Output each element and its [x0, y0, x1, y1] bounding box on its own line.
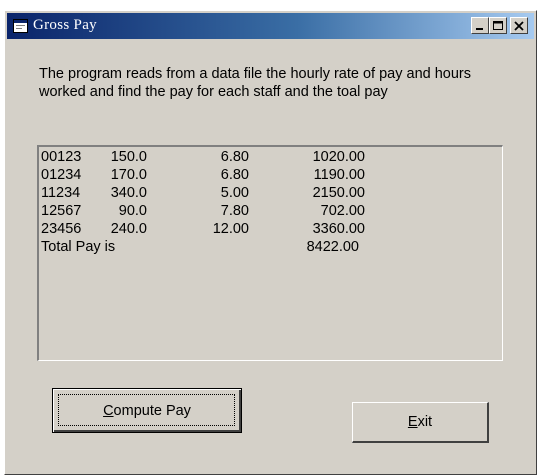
staff-id: 00123 — [41, 149, 82, 165]
staff-id: 01234 — [41, 167, 82, 183]
hours-worked: 90.0 — [118, 203, 147, 219]
table-row: 12567 90.0 7.80 702.00 — [41, 203, 501, 221]
hours-worked: 240.0 — [110, 221, 147, 237]
total-pay-label: Total Pay is — [41, 239, 116, 255]
hourly-rate: 12.00 — [212, 221, 249, 237]
hours-worked: 340.0 — [110, 185, 147, 201]
table-row: 23456 240.0 12.00 3360.00 — [41, 221, 501, 239]
staff-id: 11234 — [41, 185, 81, 201]
description-label: The program reads from a data file the h… — [39, 66, 472, 100]
hourly-rate: 6.80 — [220, 149, 249, 165]
table-row: 01234 170.0 6.80 1190.00 — [41, 167, 501, 185]
staff-id: 12567 — [41, 203, 82, 219]
hours-worked: 170.0 — [110, 167, 147, 183]
maximize-icon — [493, 20, 503, 30]
total-row: Total Pay is 8422.00 — [41, 239, 501, 257]
table-row: 00123 150.0 6.80 1020.00 — [41, 149, 501, 167]
minimize-icon — [476, 27, 483, 30]
pay-amount: 1020.00 — [312, 149, 365, 165]
app-form-icon — [13, 19, 28, 33]
staff-id: 23456 — [41, 221, 82, 237]
maximize-button[interactable] — [489, 17, 507, 34]
hours-worked: 150.0 — [110, 149, 147, 165]
pay-amount: 3360.00 — [312, 221, 365, 237]
title-bar[interactable]: Gross Pay — [7, 13, 534, 39]
pay-amount: 1190.00 — [313, 167, 365, 183]
window-title: Gross Pay — [33, 17, 97, 33]
output-picture-box: 00123 150.0 6.80 1020.00 01234 170.0 6.8… — [37, 145, 503, 361]
compute-pay-button[interactable]: Compute Pay — [52, 388, 242, 433]
table-row: 11234 340.0 5.00 2150.00 — [41, 185, 501, 203]
close-button[interactable] — [510, 17, 528, 34]
gross-pay-window: Gross Pay The program reads from a data … — [4, 10, 537, 475]
total-pay-value: 8422.00 — [306, 239, 359, 255]
close-icon — [514, 20, 524, 31]
minimize-button[interactable] — [471, 17, 489, 34]
hourly-rate: 7.80 — [220, 203, 249, 219]
hourly-rate: 6.80 — [220, 167, 249, 183]
focus-rectangle — [58, 394, 235, 426]
pay-amount: 2150.00 — [312, 185, 365, 201]
hourly-rate: 5.00 — [220, 185, 249, 201]
exit-label: Exit — [407, 414, 433, 430]
exit-button[interactable]: Exit — [352, 402, 489, 443]
pay-amount: 702.00 — [320, 203, 365, 219]
